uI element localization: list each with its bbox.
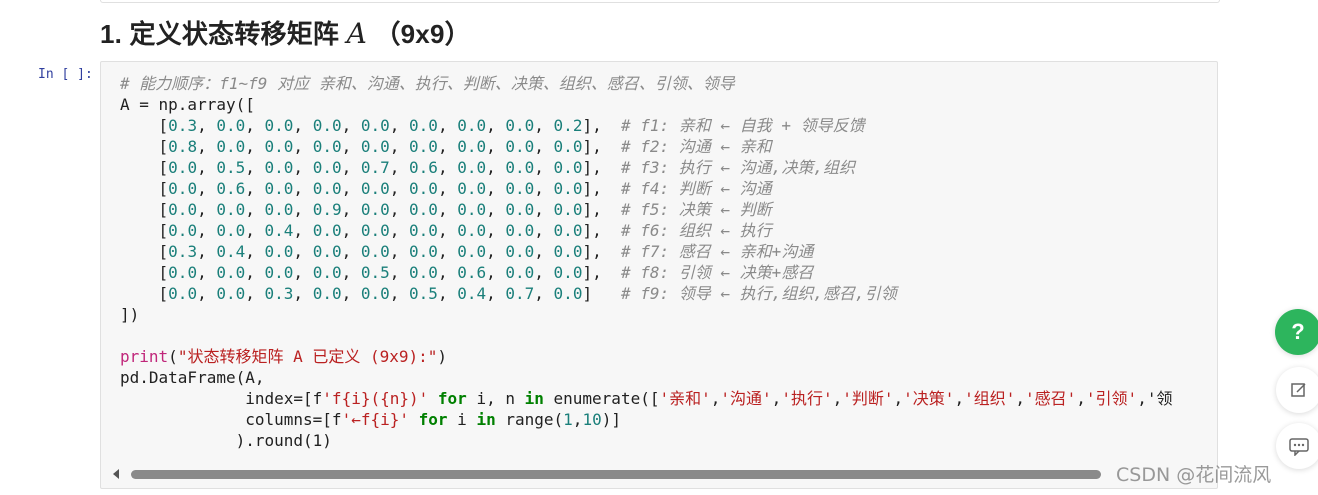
matrix-row: [0.0, 0.6, 0.0, 0.0, 0.0, 0.0, 0.0, 0.0,… [120, 179, 772, 198]
row-comment: # f9: 领导 ← 执行,组织,感召,引领 [620, 284, 897, 303]
row-comment: # f7: 感召 ← 亲和+沟通 [620, 242, 814, 261]
matrix-row: [0.0, 0.5, 0.0, 0.0, 0.7, 0.6, 0.0, 0.0,… [120, 158, 855, 177]
row-comment: # f3: 执行 ← 沟通,决策,组织 [620, 158, 855, 177]
round-line-text: ).round(1) [235, 431, 332, 450]
row-comment: # f8: 引领 ← 决策+感召 [620, 263, 814, 282]
scroll-left-arrow-icon[interactable] [113, 469, 119, 479]
columns-line-text: columns=[f'←f{i}' for i in range(1,10)] [245, 410, 621, 429]
edit-icon [1291, 383, 1306, 397]
watermark: CSDN @花间流风 [1116, 464, 1272, 486]
array-close-line: ]) [120, 305, 140, 324]
message-button[interactable] [1276, 423, 1318, 469]
row-comment: # f2: 沟通 ← 亲和 [620, 137, 772, 156]
section-heading: 1. 定义状态转移矩阵 A （9x9） [100, 14, 471, 51]
row-comment: # f4: 判断 ← 沟通 [620, 179, 772, 198]
horizontal-scrollbar[interactable] [113, 465, 1203, 485]
matrix-row: [0.0, 0.0, 0.3, 0.0, 0.0, 0.5, 0.4, 0.7,… [120, 284, 897, 303]
matrix-row: [0.0, 0.0, 0.0, 0.9, 0.0, 0.0, 0.0, 0.0,… [120, 200, 772, 219]
row-comment: # f1: 亲和 ← 自我 + 领导反馈 [620, 116, 865, 135]
matrix-row: [0.3, 0.0, 0.0, 0.0, 0.0, 0.0, 0.0, 0.0,… [120, 116, 865, 135]
print-line: print("状态转移矩阵 A 已定义 (9x9):") [120, 347, 448, 366]
message-icon [1289, 438, 1309, 456]
cell-prompt: In [ ]: [38, 67, 93, 82]
heading-math-symbol: A [346, 17, 367, 50]
row-comment: # f5: 决策 ← 判断 [620, 200, 772, 219]
previous-cell-border [100, 0, 1220, 3]
matrix-row: [0.0, 0.0, 0.4, 0.0, 0.0, 0.0, 0.0, 0.0,… [120, 221, 772, 240]
matrix-row: [0.3, 0.4, 0.0, 0.0, 0.0, 0.0, 0.0, 0.0,… [120, 242, 814, 261]
index-line: index=[f'f{i}({n})' for i, n in enumerat… [120, 388, 1172, 409]
edit-button[interactable] [1276, 367, 1318, 413]
df-open-line: pd.DataFrame(A, [120, 368, 265, 387]
code-editor[interactable]: # 能力顺序：f1~f9 对应 亲和、沟通、执行、判断、决策、组织、感召、引领、… [120, 73, 1172, 451]
help-icon: ? [1291, 319, 1305, 344]
scroll-thumb[interactable] [131, 470, 1101, 479]
index-line-text: index=[f'f{i}({n})' for i, n in enumerat… [245, 389, 1173, 408]
row-comment: # f6: 组织 ← 执行 [620, 221, 772, 240]
comment-line: # 能力顺序：f1~f9 对应 亲和、沟通、执行、判断、决策、组织、感召、引领、… [120, 74, 735, 93]
matrix-row: [0.0, 0.0, 0.0, 0.0, 0.5, 0.0, 0.6, 0.0,… [120, 263, 814, 282]
matrix-row: [0.8, 0.0, 0.0, 0.0, 0.0, 0.0, 0.0, 0.0,… [120, 137, 772, 156]
heading-number: 1. [100, 19, 123, 49]
print-arg: "状态转移矩阵 A 已定义 (9x9):" [177, 347, 438, 366]
array-open-line: A = np.array([ [120, 95, 255, 114]
heading-text: 定义状态转移矩阵 [129, 19, 340, 49]
code-cell[interactable]: # 能力顺序：f1~f9 对应 亲和、沟通、执行、判断、决策、组织、感召、引领、… [100, 61, 1218, 489]
heading-size: （9x9） [374, 19, 471, 49]
help-button[interactable]: ? [1275, 309, 1318, 355]
print-func: print [120, 347, 169, 366]
columns-line: columns=[f'←f{i}' for i in range(1,10)] [120, 409, 1172, 430]
round-line: ).round(1) [120, 430, 1172, 451]
